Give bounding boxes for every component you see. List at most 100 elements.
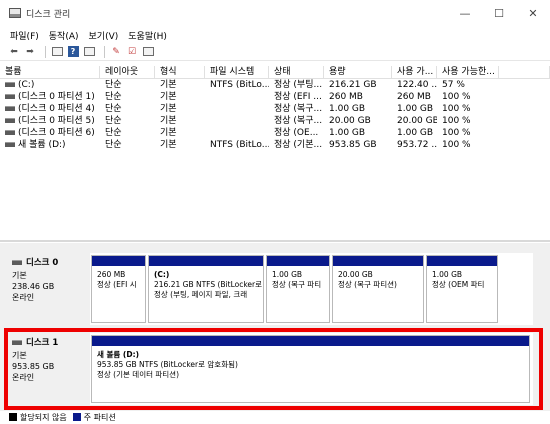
- partition-block[interactable]: 1.00 GB 정상 (OEM 파티: [426, 255, 498, 323]
- volume-icon: [5, 118, 15, 123]
- partition-block[interactable]: 20.00 GB 정상 (복구 파티션): [332, 255, 424, 323]
- table-row[interactable]: (디스크 0 파티션 1) 단순 기본 정상 (EFI ... 260 MB 2…: [0, 91, 550, 103]
- partition-status: 정상 (EFI 시: [97, 280, 137, 289]
- menu-help[interactable]: 도움말(H): [128, 29, 167, 42]
- maximize-button[interactable]: ☐: [482, 0, 516, 26]
- column-header-volume[interactable]: 볼륨: [0, 66, 100, 78]
- disk-management-icon: [9, 8, 21, 18]
- volume-free-space: 20.00 GB: [397, 116, 437, 126]
- column-header-status[interactable]: 상태: [269, 66, 324, 78]
- volume-free-space: 260 MB: [397, 92, 431, 102]
- properties-icon[interactable]: [83, 46, 95, 58]
- volume-status: 정상 (기본...: [274, 140, 323, 150]
- volume-status: 정상 (복구...: [274, 104, 323, 114]
- column-header-layout[interactable]: 레이아웃: [100, 66, 155, 78]
- volume-layout: 단순: [105, 140, 122, 150]
- volume-status: 정상 (부팅...: [274, 80, 323, 90]
- volume-layout: 단순: [105, 80, 122, 90]
- volume-type: 기본: [160, 104, 177, 114]
- disk-info-0[interactable]: 디스크 0 기본 238.46 GB 온라인: [8, 253, 90, 325]
- primary-partition-bar: [149, 256, 263, 266]
- volume-capacity: 1.00 GB: [329, 128, 366, 138]
- volume-free-space: 1.00 GB: [397, 104, 434, 114]
- help-icon[interactable]: ?: [67, 46, 79, 58]
- volume-list: 볼륨 레이아웃 형식 파일 시스템 상태 용량 사용 가... 사용 가능한..…: [0, 66, 550, 151]
- minimize-button[interactable]: —: [448, 0, 482, 26]
- volume-free-space: 1.00 GB: [397, 128, 434, 138]
- disk-size: 238.46 GB: [12, 282, 55, 291]
- partition-block[interactable]: (C:) 216.21 GB NTFS (BitLocker로 정상 (부팅, …: [148, 255, 264, 323]
- primary-partition-bar: [92, 256, 145, 266]
- volume-name: (C:): [18, 80, 35, 90]
- volume-filesystem: [205, 91, 269, 103]
- column-header-free-space[interactable]: 사용 가...: [392, 66, 437, 78]
- refresh-icon[interactable]: ✎: [110, 46, 122, 58]
- disk-list-icon[interactable]: [51, 46, 63, 58]
- volume-icon: [5, 94, 15, 99]
- table-row[interactable]: (디스크 0 파티션 4) 단순 기본 정상 (복구... 1.00 GB 1.…: [0, 103, 550, 115]
- toolbar: ⬅ ➡ ? ✎ ☑: [0, 43, 550, 61]
- window-controls: — ☐ ✕: [448, 0, 550, 26]
- menu-action[interactable]: 동작(A): [49, 29, 79, 42]
- disk-row-0: 디스크 0 기본 238.46 GB 온라인 260 MB 정상 (EFI 시 …: [8, 253, 533, 325]
- table-row[interactable]: (C:) 단순 기본 NTFS (BitLo... 정상 (부팅... 216.…: [0, 79, 550, 91]
- volume-free-percent: 100 %: [442, 128, 471, 138]
- volume-name: (디스크 0 파티션 5): [18, 116, 95, 126]
- back-arrow-icon[interactable]: ⬅: [8, 46, 20, 58]
- menu-view[interactable]: 보기(V): [89, 29, 119, 42]
- legend-unallocated-swatch: [9, 413, 17, 421]
- volume-icon: [5, 106, 15, 111]
- volume-layout: 단순: [105, 116, 122, 126]
- partition-size: 1.00 GB: [432, 270, 463, 279]
- volume-layout: 단순: [105, 128, 122, 138]
- volume-layout: 단순: [105, 92, 122, 102]
- partition-strip: 260 MB 정상 (EFI 시 (C:) 216.21 GB NTFS (Bi…: [91, 255, 500, 323]
- partition-size: 20.00 GB: [338, 270, 373, 279]
- volume-type: 기본: [160, 140, 177, 150]
- legend: 할당되지 않음 주 파티션: [0, 410, 550, 424]
- volume-free-percent: 100 %: [442, 116, 471, 126]
- table-row[interactable]: (디스크 0 파티션 6) 단순 기본 정상 (OE... 1.00 GB 1.…: [0, 127, 550, 139]
- column-header-free-percent[interactable]: 사용 가능한...: [437, 66, 499, 78]
- forward-arrow-icon[interactable]: ➡: [24, 46, 36, 58]
- volume-type: 기본: [160, 116, 177, 126]
- volume-type: 기본: [160, 80, 177, 90]
- volume-name: (디스크 0 파티션 4): [18, 104, 95, 114]
- volume-free-percent: 100 %: [442, 92, 471, 102]
- volume-capacity: 1.00 GB: [329, 104, 366, 114]
- partition-status: 정상 (복구 파티션): [338, 280, 397, 289]
- volume-capacity: 260 MB: [329, 92, 363, 102]
- column-header-capacity[interactable]: 용량: [324, 66, 392, 78]
- volume-free-space: 953.72 ...: [397, 140, 437, 150]
- table-row[interactable]: (디스크 0 파티션 5) 단순 기본 정상 (복구... 20.00 GB 2…: [0, 115, 550, 127]
- legend-unallocated-label: 할당되지 않음: [20, 412, 67, 422]
- column-header-filesystem[interactable]: 파일 시스템: [205, 66, 269, 78]
- toolbar-separator: [45, 45, 46, 58]
- close-button[interactable]: ✕: [516, 0, 550, 26]
- volume-filesystem: NTFS (BitLo...: [210, 140, 269, 150]
- partition-block[interactable]: 260 MB 정상 (EFI 시: [91, 255, 146, 323]
- highlight-box: [4, 328, 543, 410]
- volume-icon: [5, 142, 15, 147]
- volume-free-space: 122.40 ...: [397, 80, 437, 90]
- window-title: 디스크 관리: [26, 9, 71, 20]
- volume-filesystem: [205, 127, 269, 139]
- volume-free-percent: 100 %: [442, 104, 471, 114]
- column-header-type[interactable]: 형식: [155, 66, 205, 78]
- partition-size: 260 MB: [97, 270, 126, 279]
- partition-block[interactable]: 1.00 GB 정상 (복구 파티: [266, 255, 330, 323]
- volume-free-percent: 57 %: [442, 80, 465, 90]
- settings-icon[interactable]: [142, 46, 154, 58]
- menu-file[interactable]: 파일(F): [10, 29, 39, 42]
- volume-type: 기본: [160, 92, 177, 102]
- volume-icon: [5, 130, 15, 135]
- volume-free-percent: 100 %: [442, 140, 471, 150]
- checklist-icon[interactable]: ☑: [126, 46, 138, 58]
- volume-capacity: 216.21 GB: [329, 80, 377, 90]
- volume-list-header: 볼륨 레이아웃 형식 파일 시스템 상태 용량 사용 가... 사용 가능한..…: [0, 66, 550, 79]
- partition-size: 216.21 GB NTFS (BitLocker로: [154, 280, 263, 289]
- table-row[interactable]: 새 볼륨 (D:) 단순 기본 NTFS (BitLo... 정상 (기본...…: [0, 139, 550, 151]
- pane-splitter[interactable]: [0, 240, 550, 242]
- disk-status: 온라인: [12, 293, 35, 302]
- volume-capacity: 953.85 GB: [329, 140, 377, 150]
